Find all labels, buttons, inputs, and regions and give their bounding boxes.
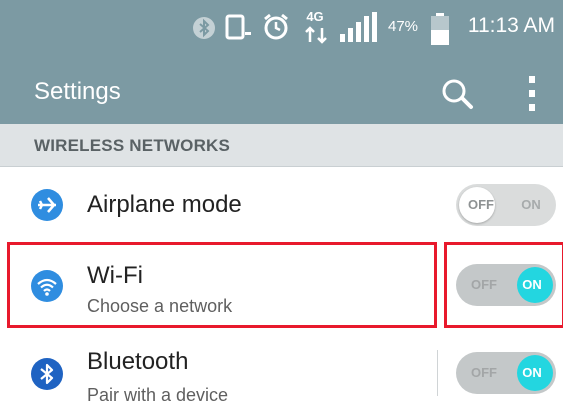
bluetooth-toggle[interactable]: OFF ON xyxy=(456,352,556,394)
toggle-off-label: OFF xyxy=(468,197,494,212)
airplane-icon xyxy=(31,189,63,221)
row-subtitle: Pair with a device xyxy=(87,385,229,405)
row-title: Bluetooth xyxy=(87,348,189,375)
airplane-mode-toggle[interactable]: OFF ON xyxy=(456,184,556,226)
battery-percent: 47% xyxy=(388,18,419,35)
overflow-menu-button[interactable] xyxy=(522,74,542,114)
signal-icon xyxy=(340,12,377,42)
alarm-icon xyxy=(264,13,288,40)
page-title: Settings xyxy=(34,78,121,105)
clock: 11:13 AM xyxy=(467,14,555,37)
overflow-menu-icon xyxy=(529,76,535,111)
toggle-off-label: OFF xyxy=(471,365,497,380)
toggle-on-label: ON xyxy=(522,365,542,380)
network-type-label: 4G xyxy=(306,9,324,24)
search-button[interactable] xyxy=(438,76,478,112)
settings-row-bluetooth[interactable]: Bluetooth Pair with a device OFF ON xyxy=(0,332,563,412)
row-divider xyxy=(437,350,438,396)
row-title: Airplane mode xyxy=(87,191,242,218)
toggle-on-label: ON xyxy=(522,277,542,292)
vibrate-icon xyxy=(225,14,251,40)
bluetooth-icon xyxy=(193,17,215,39)
search-icon xyxy=(442,79,473,109)
status-bar: 4G 47% 11:13 AM xyxy=(0,0,563,58)
bluetooth-icon xyxy=(31,358,63,390)
battery-icon xyxy=(431,13,449,45)
toggle-on-label: ON xyxy=(521,197,541,212)
wifi-row-highlight xyxy=(7,242,437,328)
section-label: WIRELESS NETWORKS xyxy=(34,136,231,155)
data-arrows-icon xyxy=(305,26,327,44)
settings-row-airplane-mode[interactable]: Airplane mode OFF ON xyxy=(0,166,563,244)
